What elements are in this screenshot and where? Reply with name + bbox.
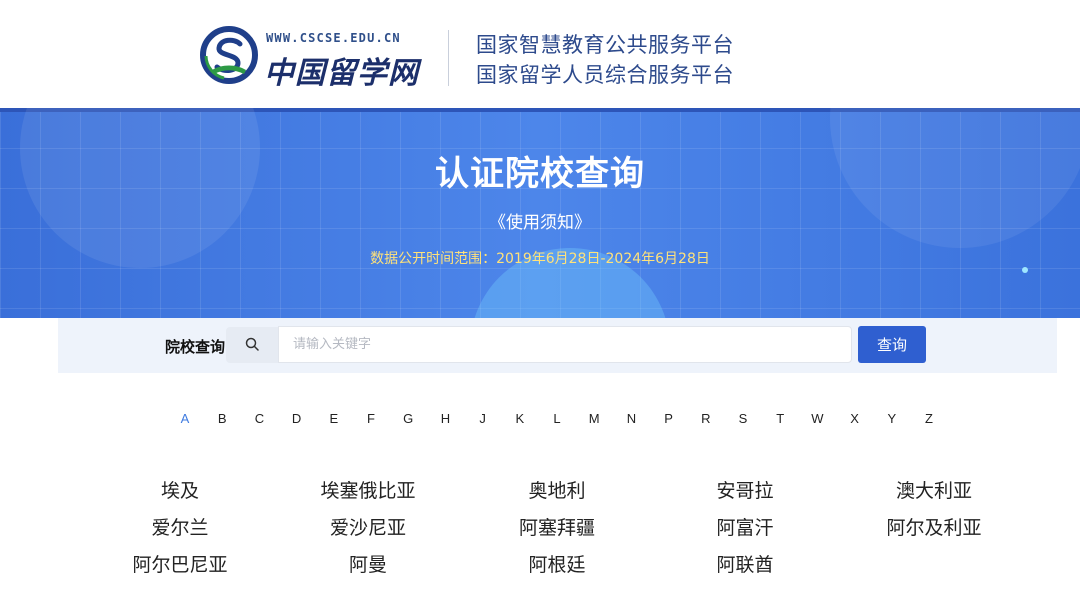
- alphabet-letter-z[interactable]: Z: [919, 411, 939, 426]
- platform-link-overseas-service[interactable]: 国家留学人员综合服务平台: [476, 60, 734, 90]
- country-item[interactable]: 澳大利亚: [844, 476, 1024, 503]
- platform-link-smart-education[interactable]: 国家智慧教育公共服务平台: [476, 30, 734, 60]
- country-item[interactable]: 阿尔巴尼亚: [90, 550, 270, 577]
- alphabet-letter-x[interactable]: X: [845, 411, 865, 426]
- country-item[interactable]: 埃塞俄比亚: [278, 476, 458, 503]
- country-item[interactable]: 爱沙尼亚: [278, 513, 458, 540]
- alphabet-index: ABCDEFGHJKLMNPRSTWXYZ: [0, 411, 1080, 431]
- country-item[interactable]: 奥地利: [467, 476, 647, 503]
- usage-notice-link[interactable]: 《使用须知》: [0, 208, 1080, 233]
- country-item[interactable]: 阿曼: [278, 550, 458, 577]
- alphabet-letter-g[interactable]: G: [398, 411, 418, 426]
- data-range-text: 数据公开时间范围：2019年6月28日-2024年6月28日: [370, 251, 710, 267]
- alphabet-letter-h[interactable]: H: [435, 411, 455, 426]
- alphabet-letter-w[interactable]: W: [807, 411, 827, 426]
- alphabet-letter-s[interactable]: S: [733, 411, 753, 426]
- logo-url-text: WWW.CSCSE.EDU.CN: [266, 31, 401, 45]
- cscse-logo-icon: [200, 26, 258, 84]
- alphabet-letter-j[interactable]: J: [473, 411, 493, 426]
- country-item[interactable]: 埃及: [90, 476, 270, 503]
- header-divider: [448, 30, 449, 86]
- site-header: WWW.CSCSE.EDU.CN 中国留学网 国家智慧教育公共服务平台 国家留学…: [0, 0, 1080, 108]
- search-icon: [245, 337, 259, 351]
- search-label: 院校查询: [165, 338, 226, 356]
- alphabet-letter-y[interactable]: Y: [882, 411, 902, 426]
- alphabet-letter-b[interactable]: B: [212, 411, 232, 426]
- alphabet-letter-n[interactable]: N: [621, 411, 641, 426]
- country-item[interactable]: 阿塞拜疆: [467, 513, 647, 540]
- alphabet-letter-l[interactable]: L: [547, 411, 567, 426]
- country-item[interactable]: 安哥拉: [655, 476, 835, 503]
- alphabet-letter-m[interactable]: M: [584, 411, 604, 426]
- alphabet-letter-p[interactable]: P: [659, 411, 679, 426]
- hero-banner: 认证院校查询 《使用须知》 数据公开时间范围：2019年6月28日-2024年6…: [0, 108, 1080, 318]
- site-logo[interactable]: WWW.CSCSE.EDU.CN 中国留学网: [196, 24, 426, 91]
- alphabet-letter-k[interactable]: K: [510, 411, 530, 426]
- country-item[interactable]: 阿根廷: [467, 550, 647, 577]
- alphabet-letter-f[interactable]: F: [361, 411, 381, 426]
- alphabet-letter-r[interactable]: R: [696, 411, 716, 426]
- search-bar: 院校查询 查询: [58, 318, 1057, 373]
- logo-name-text: 中国留学网: [264, 56, 419, 91]
- search-button[interactable]: 查询: [858, 326, 926, 363]
- page-title: 认证院校查询: [435, 154, 645, 194]
- search-input[interactable]: [278, 326, 852, 363]
- country-item[interactable]: 爱尔兰: [90, 513, 270, 540]
- alphabet-letter-e[interactable]: E: [324, 411, 344, 426]
- country-item[interactable]: 阿富汗: [655, 513, 835, 540]
- platform-links: 国家智慧教育公共服务平台 国家留学人员综合服务平台: [476, 30, 734, 90]
- alphabet-letter-c[interactable]: C: [249, 411, 269, 426]
- alphabet-letter-a[interactable]: A: [175, 411, 195, 426]
- country-item[interactable]: 阿联酋: [655, 550, 835, 577]
- alphabet-letter-d[interactable]: D: [287, 411, 307, 426]
- alphabet-letter-t[interactable]: T: [770, 411, 790, 426]
- country-item[interactable]: 阿尔及利亚: [844, 513, 1024, 540]
